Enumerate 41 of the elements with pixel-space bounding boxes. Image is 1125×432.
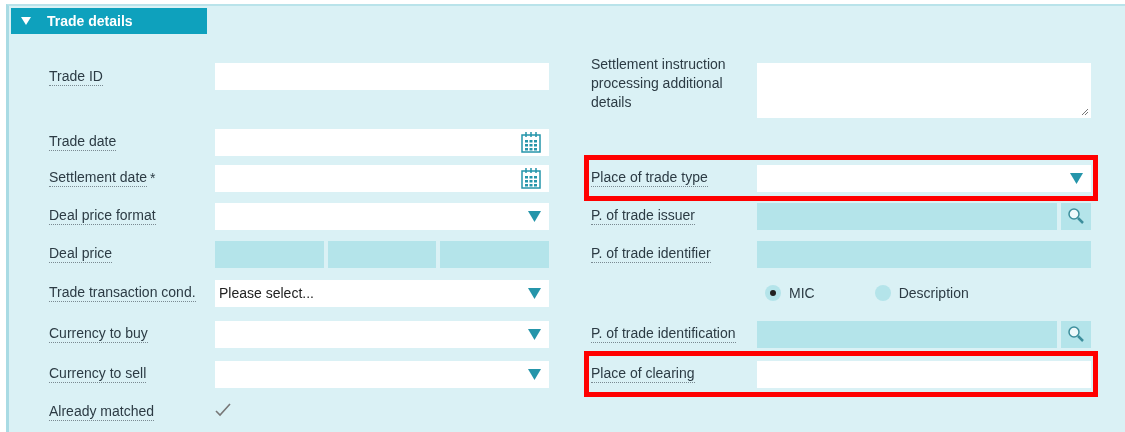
text-field[interactable]	[757, 360, 1091, 388]
required-mark: *	[150, 170, 156, 186]
search-icon	[1067, 325, 1085, 343]
calendar-icon[interactable]	[521, 131, 541, 153]
select-field[interactable]: Please select...	[215, 279, 549, 307]
field-label: Settlement instruction processing additional details	[591, 55, 727, 112]
field-label: Place of trade type	[591, 169, 708, 187]
check-icon[interactable]	[215, 403, 231, 417]
calendar-icon[interactable]	[521, 167, 541, 189]
dropdown-caret-icon[interactable]	[528, 287, 541, 299]
select-field[interactable]	[215, 320, 549, 348]
search-icon	[1067, 207, 1085, 225]
select-field[interactable]	[215, 360, 549, 388]
field-label: Currency to sell	[49, 365, 147, 383]
resize-handle-icon[interactable]	[1081, 108, 1089, 116]
field-label: Trade ID	[49, 68, 103, 86]
field-label: Deal price	[49, 245, 113, 263]
field-label: Place of clearing	[591, 365, 695, 383]
radio-option[interactable]: MIC	[765, 285, 815, 301]
radio-option[interactable]: Description	[874, 285, 969, 301]
field-label: P. of trade issuer	[591, 207, 696, 225]
field-label: Trade transaction cond.	[49, 284, 196, 302]
field-label: P. of trade identification	[591, 325, 736, 343]
field-label: Settlement date	[49, 169, 148, 187]
dropdown-caret-icon[interactable]	[528, 368, 541, 380]
dropdown-caret-icon[interactable]	[528, 328, 541, 340]
field-label: Currency to buy	[49, 325, 148, 343]
collapse-triangle-icon	[21, 17, 31, 25]
field-label: P. of trade identifier	[591, 245, 711, 263]
search-button[interactable]	[1061, 320, 1091, 348]
field-label: Deal price format	[49, 207, 156, 225]
date-field[interactable]	[215, 164, 549, 192]
text-field[interactable]	[215, 63, 549, 90]
dropdown-caret-icon[interactable]	[528, 210, 541, 222]
select-field[interactable]	[215, 202, 549, 230]
search-button[interactable]	[1061, 202, 1091, 230]
field-label: Trade date	[49, 133, 117, 151]
select-field[interactable]	[757, 164, 1091, 192]
dropdown-caret-icon[interactable]	[1070, 172, 1083, 184]
date-field[interactable]	[215, 128, 549, 156]
field-label: Already matched	[49, 403, 155, 421]
